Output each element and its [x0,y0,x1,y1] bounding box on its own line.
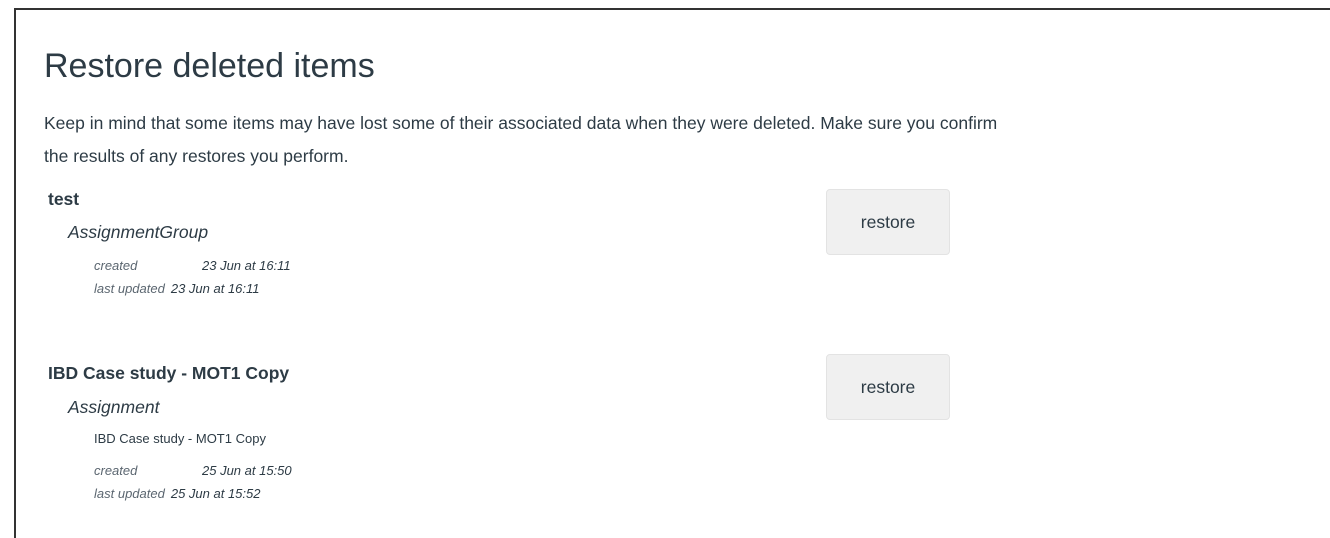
created-row: created 23 Jun at 16:11 [94,257,291,275]
restore-button[interactable]: restore [826,189,950,255]
deleted-item: IBD Case study - MOT1 Copy Assignment IB… [48,362,292,503]
created-label: created [94,258,138,273]
created-label: created [94,463,138,478]
updated-label: last updated [94,281,165,296]
intro-text: Keep in mind that some items may have lo… [44,107,1330,173]
deleted-item: test AssignmentGroup created 23 Jun at 1… [48,188,291,298]
item-type: AssignmentGroup [68,222,209,242]
updated-row: last updated 25 Jun at 15:52 [94,485,292,503]
item-type: Assignment [68,397,160,417]
item-meta: created 25 Jun at 15:50 last updated 25 … [94,462,292,503]
intro-line-1: Keep in mind that some items may have lo… [44,113,998,133]
item-title: test [48,189,80,209]
item-meta: created 23 Jun at 16:11 last updated 23 … [94,257,291,298]
updated-value: 23 Jun at 16:11 [170,281,260,296]
created-value: 25 Jun at 15:50 [202,463,292,478]
page-title: Restore deleted items [44,47,375,85]
updated-label: last updated [94,486,165,501]
created-value: 23 Jun at 16:11 [202,258,291,273]
item-description: IBD Case study - MOT1 Copy [94,431,266,446]
created-row: created 25 Jun at 15:50 [94,462,292,480]
item-title: IBD Case study - MOT1 Copy [48,363,290,383]
intro-line-2: the results of any restores you perform. [44,146,349,166]
updated-row: last updated 23 Jun at 16:11 [94,280,291,298]
updated-value: 25 Jun at 15:52 [170,486,261,501]
restore-button[interactable]: restore [826,354,950,420]
